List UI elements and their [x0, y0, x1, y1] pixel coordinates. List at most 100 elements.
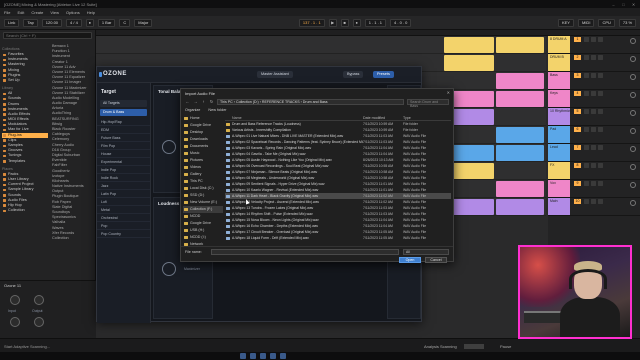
solo-button[interactable] [584, 91, 589, 96]
track-number[interactable]: 6 [574, 127, 581, 132]
nav-tree-item[interactable]: Pictures [183, 157, 223, 164]
mute-button[interactable] [591, 91, 596, 96]
open-button[interactable]: Open [399, 257, 421, 263]
audio-clip[interactable] [496, 73, 544, 89]
scale-select[interactable]: Major [134, 18, 153, 27]
browser-content-item[interactable]: Collection [50, 236, 94, 241]
solo-button[interactable] [584, 109, 589, 114]
width-knob[interactable] [34, 317, 44, 327]
nav-tree-item[interactable]: Google Drive [183, 220, 223, 227]
nav-tree-item[interactable]: This PC [183, 178, 223, 185]
track-header[interactable]: Main 10 [548, 198, 640, 216]
menu-create[interactable]: Create [31, 10, 43, 15]
nav-tree-item[interactable]: Gallery [183, 171, 223, 178]
track-number[interactable]: 8 [574, 163, 581, 168]
browser-item[interactable]: Set Up [2, 78, 48, 83]
mute-button[interactable] [591, 199, 596, 204]
nav-tree-item[interactable]: NCDD [183, 213, 223, 220]
arm-button[interactable] [598, 109, 603, 114]
track-name[interactable]: FX [550, 163, 554, 167]
menu-file[interactable]: File [4, 10, 10, 15]
play-icon[interactable]: ▶ [328, 18, 337, 27]
nav-tree-item[interactable]: Documents [183, 143, 223, 150]
nav-tree-item[interactable]: Downloads [183, 136, 223, 143]
menu-options[interactable]: Options [66, 10, 80, 15]
selected-genre[interactable]: Drum & Bass [100, 109, 147, 116]
key-map-button[interactable]: KEY [557, 18, 574, 27]
solo-button[interactable] [584, 55, 589, 60]
audio-clip[interactable] [496, 181, 544, 197]
track-header[interactable]: 8 DRUM A 1 [548, 36, 640, 54]
name-column-header[interactable]: Name [225, 115, 363, 120]
refresh-icon[interactable]: ↻ [209, 99, 214, 104]
pan-knob[interactable] [630, 110, 636, 116]
metronome-icon[interactable]: ● [85, 18, 94, 27]
arm-button[interactable] [598, 127, 603, 132]
maximizer-icon[interactable] [162, 262, 176, 276]
pan-knob[interactable] [630, 38, 636, 44]
type-column-header[interactable]: Type [403, 115, 449, 120]
cancel-button[interactable]: Cancel [425, 257, 447, 263]
track-header[interactable]: Bass 3 [548, 72, 640, 90]
mute-button[interactable] [591, 109, 596, 114]
solo-button[interactable] [584, 127, 589, 132]
track-name[interactable]: 8 DRUM A [550, 37, 567, 41]
audio-clip[interactable] [496, 145, 544, 161]
track-name[interactable]: Pad [550, 127, 556, 131]
genre-item[interactable]: Indie Pop [97, 166, 150, 174]
all-targets-select[interactable]: All Targets [100, 100, 147, 107]
pan-knob[interactable] [630, 146, 636, 152]
stop-icon[interactable]: ■ [340, 18, 349, 27]
track-number[interactable]: 2 [574, 55, 581, 60]
track-lane[interactable] [96, 36, 546, 54]
mute-button[interactable] [591, 127, 596, 132]
track-header[interactable]: Pad 6 [548, 126, 640, 144]
equalizer-icon[interactable] [162, 140, 176, 154]
arm-button[interactable] [598, 181, 603, 186]
track-name[interactable]: 10 Rhythmics [550, 109, 571, 113]
arm-button[interactable] [598, 55, 603, 60]
track-header[interactable]: FX 8 [548, 162, 640, 180]
solo-button[interactable] [584, 73, 589, 78]
arm-button[interactable] [598, 37, 603, 42]
address-bar[interactable]: This PC › Collection (D:) › REFERENCE TR… [217, 98, 404, 105]
menu-edit[interactable]: Edit [17, 10, 24, 15]
nav-tree-item[interactable]: Desktop [183, 129, 223, 136]
file-name-input[interactable] [211, 249, 399, 255]
date-column-header[interactable]: Date modified [363, 115, 403, 120]
dialog-close-icon[interactable]: ✕ [447, 90, 450, 95]
solo-button[interactable] [584, 181, 589, 186]
pan-knob[interactable] [630, 164, 636, 170]
up-arrow-icon[interactable]: ↑ [201, 99, 206, 104]
track-number[interactable]: 3 [574, 73, 581, 78]
browser-item[interactable]: Templates [2, 159, 48, 164]
genre-item[interactable]: Film Pop [97, 142, 150, 150]
dialog-search-input[interactable]: Search Drum and Bass [407, 98, 449, 108]
audio-clip[interactable] [444, 37, 494, 53]
input-gain-knob[interactable] [10, 295, 20, 305]
solo-button[interactable] [584, 145, 589, 150]
output-gain-knob[interactable] [34, 295, 44, 305]
nav-tree-item[interactable]: Home [183, 115, 223, 122]
solo-button[interactable] [584, 37, 589, 42]
nav-tree-item[interactable]: SSD (D:) [183, 192, 223, 199]
link-button[interactable]: Link [4, 18, 20, 27]
file-row[interactable]: A-Wbpro 18 Liquid Form - Drift (Extended… [225, 235, 451, 241]
track-header[interactable]: Vox 9 [548, 180, 640, 198]
track-name[interactable]: Lead [550, 145, 558, 149]
mute-button[interactable] [591, 163, 596, 168]
genre-item[interactable]: Pop [97, 222, 150, 230]
pan-knob[interactable] [630, 56, 636, 62]
genre-item[interactable]: Hip-Hop/Rap [97, 118, 150, 126]
tap-button[interactable]: Tap [23, 18, 38, 27]
audio-clip[interactable] [496, 127, 544, 143]
track-header[interactable]: 10 Rhythmics 5 [548, 108, 640, 126]
menu-help[interactable]: Help [87, 10, 95, 15]
genre-item[interactable]: Lofi [97, 198, 150, 206]
back-arrow-icon[interactable]: ← [185, 99, 190, 104]
file-explorer-icon[interactable] [260, 353, 266, 359]
browser-search-input[interactable]: Search (Ctrl + F) [3, 32, 92, 39]
genre-item[interactable]: Future Bass [97, 134, 150, 142]
nav-tree-item[interactable]: Local Disk (C:) [183, 185, 223, 192]
record-icon[interactable]: ● [352, 18, 361, 27]
